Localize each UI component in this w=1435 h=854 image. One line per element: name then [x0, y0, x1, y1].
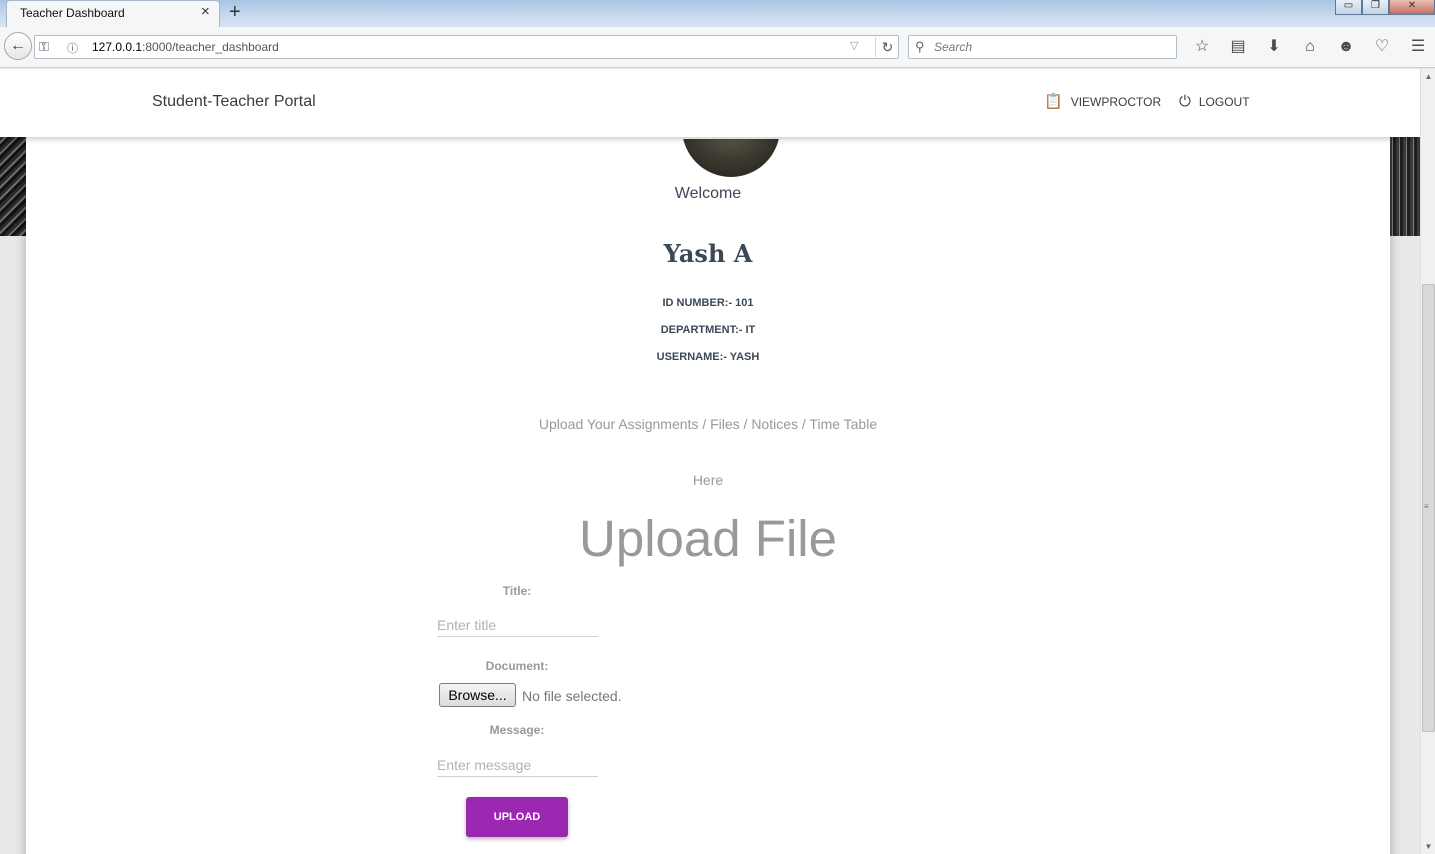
- tab-close-icon[interactable]: ×: [201, 4, 210, 20]
- message-label: Message:: [489, 723, 545, 737]
- new-tab-icon[interactable]: +: [229, 2, 241, 22]
- page-scrollbar[interactable]: ▲ ≡ ▼: [1420, 69, 1435, 854]
- menu-icon[interactable]: ☰: [1400, 35, 1435, 59]
- background-photo-right: [1389, 137, 1420, 236]
- background-photo-left: [0, 137, 27, 236]
- scroll-down-icon[interactable]: ▼: [1421, 839, 1435, 854]
- pocket-icon[interactable]: ♡: [1364, 35, 1400, 59]
- upload-here-text: Here: [692, 472, 724, 488]
- upload-button[interactable]: UPLOAD: [466, 797, 568, 837]
- title-input[interactable]: [437, 613, 598, 637]
- key-icon[interactable]: ⚿: [39, 39, 49, 55]
- id-number: ID NUMBER:- 101: [662, 297, 754, 309]
- teacher-name: Yash A: [663, 239, 753, 268]
- tab-title: Teacher Dashboard: [20, 6, 125, 20]
- power-icon: ⏻: [1179, 93, 1191, 110]
- minimize-icon[interactable]: ▭: [1335, 0, 1362, 15]
- url-dropdown-icon[interactable]: ▽: [850, 39, 858, 52]
- scroll-up-icon[interactable]: ▲: [1421, 69, 1435, 84]
- page-viewport: Student-Teacher Portal 📋 VIEWPROCTOR ⏻ L…: [0, 69, 1420, 854]
- brand-title[interactable]: Student-Teacher Portal: [152, 93, 316, 111]
- window-close-icon[interactable]: ✕: [1389, 0, 1435, 15]
- welcome-text: Welcome: [674, 185, 742, 202]
- url-text[interactable]: 127.0.0.1:8000/teacher_dashboard: [92, 40, 279, 54]
- document-label: Document:: [485, 659, 549, 673]
- search-placeholder: Search: [934, 40, 973, 54]
- chat-icon[interactable]: ☻: [1328, 35, 1364, 59]
- no-file-text: No file selected.: [522, 688, 622, 704]
- upload-heading: Upload File: [579, 510, 837, 567]
- browser-tab[interactable]: Teacher Dashboard ×: [6, 0, 220, 27]
- browser-toolbar-icons: ☆ ▤ ⬇ ⌂ ☻ ♡ ☰: [1184, 35, 1435, 59]
- search-icon: ⚲: [915, 39, 925, 54]
- nav-viewproctor[interactable]: 📋 VIEWPROCTOR: [1044, 94, 1161, 109]
- download-icon[interactable]: ⬇: [1256, 35, 1292, 59]
- window-controls: ▭ ❐ ✕: [1335, 0, 1435, 20]
- upload-description: Upload Your Assignments / Files / Notice…: [538, 416, 878, 432]
- clipboard-icon: 📋: [1044, 93, 1063, 110]
- browser-navbar: ← ⚿ ⓘ 127.0.0.1:8000/teacher_dashboard ▽…: [0, 27, 1435, 68]
- username: USERNAME:- YASH: [656, 351, 760, 363]
- restore-icon[interactable]: ❐: [1362, 0, 1389, 15]
- department: DEPARTMENT:- IT: [660, 324, 756, 336]
- nav-logout-label: LOGOUT: [1198, 94, 1250, 109]
- reading-list-icon[interactable]: ▤: [1220, 35, 1256, 59]
- nav-logout[interactable]: ⏻ LOGOUT: [1179, 94, 1250, 109]
- browse-button[interactable]: Browse...: [439, 683, 516, 707]
- url-path: :8000/teacher_dashboard: [142, 40, 279, 54]
- reload-icon[interactable]: ↻: [875, 37, 899, 57]
- url-bar[interactable]: ⚿ ⓘ 127.0.0.1:8000/teacher_dashboard ▽ ↻: [34, 35, 899, 59]
- profile-card: [26, 129, 1390, 854]
- bookmark-star-icon[interactable]: ☆: [1184, 35, 1220, 59]
- title-label: Title:: [502, 584, 532, 598]
- browser-titlebar: Teacher Dashboard × + ▭ ❐ ✕: [0, 0, 1435, 27]
- site-header: Student-Teacher Portal 📋 VIEWPROCTOR ⏻ L…: [0, 69, 1420, 137]
- search-bar[interactable]: ⚲ Search: [908, 35, 1177, 59]
- home-icon[interactable]: ⌂: [1292, 35, 1328, 59]
- back-arrow-icon[interactable]: ←: [4, 32, 32, 60]
- nav-viewproctor-label: VIEWPROCTOR: [1070, 94, 1162, 109]
- avatar: [682, 139, 780, 219]
- message-input[interactable]: [437, 753, 598, 777]
- info-icon[interactable]: ⓘ: [67, 40, 78, 56]
- url-host: 127.0.0.1: [92, 40, 143, 54]
- scrollbar-grip-icon: ≡: [1424, 502, 1429, 511]
